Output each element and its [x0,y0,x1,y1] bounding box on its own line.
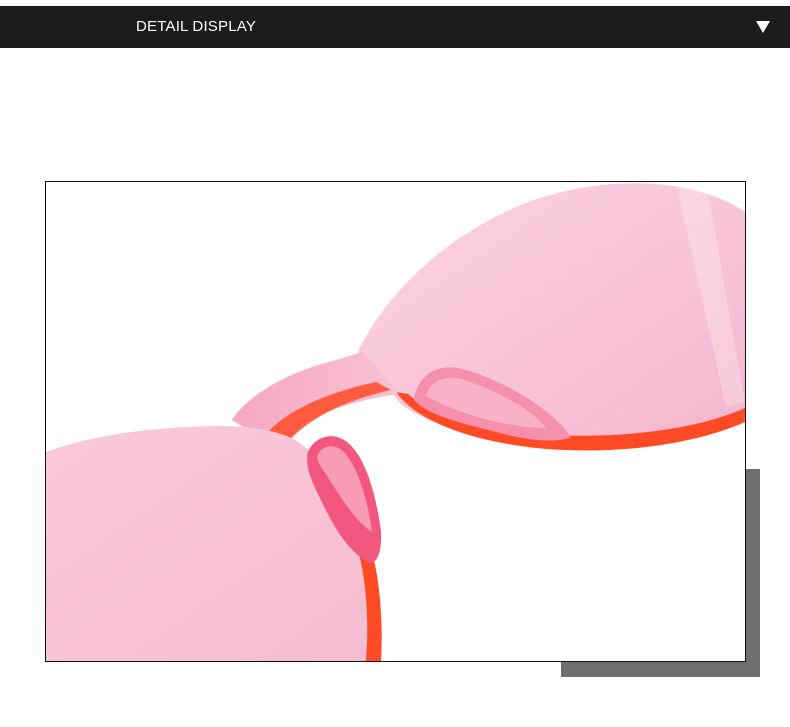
section-header: DETAIL DISPLAY [0,6,790,48]
product-detail-image [45,181,746,662]
section-title: DETAIL DISPLAY [136,18,257,35]
right-lens [358,182,745,451]
triangle-down-icon [756,21,770,33]
sunglasses-illustration [46,182,745,661]
collapse-toggle[interactable] [752,16,774,38]
detail-display-section: DETAIL DISPLAY [0,0,790,727]
